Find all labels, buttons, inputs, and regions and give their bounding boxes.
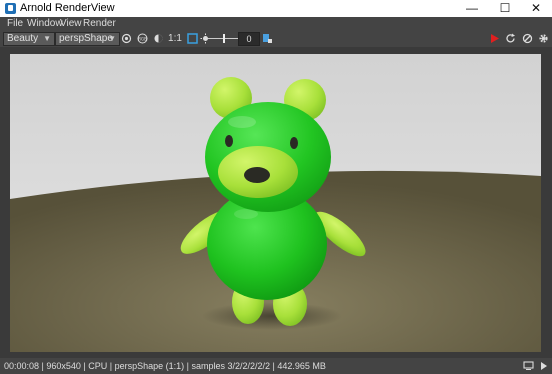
exposure-slider-handle[interactable] bbox=[223, 34, 225, 43]
refresh-region-icon[interactable] bbox=[121, 33, 132, 44]
aov-value: Beauty bbox=[7, 33, 39, 44]
menu-window[interactable]: Window bbox=[27, 18, 63, 29]
color-manage-icon[interactable]: RGB bbox=[137, 33, 148, 44]
settings-gear-icon[interactable] bbox=[538, 33, 549, 44]
status-bar: 00:00:08 | 960x540 | CPU | perspShape (1… bbox=[0, 358, 552, 374]
minimize-button[interactable]: — bbox=[456, 0, 488, 17]
arnold-app-icon bbox=[5, 3, 16, 14]
channel-toggle-icon[interactable] bbox=[153, 33, 164, 44]
exposure-value-field[interactable]: 0 bbox=[238, 32, 260, 46]
title-bar: Arnold RenderView — ☐ ✕ bbox=[0, 0, 552, 18]
toolbar: Beauty ▼ perspShape ▼ RGB 1:1 0 bbox=[0, 32, 552, 47]
refresh-render-icon[interactable] bbox=[505, 33, 516, 44]
snapshot-icon[interactable] bbox=[262, 33, 273, 44]
chevron-down-icon: ▼ bbox=[43, 34, 51, 43]
stop-icon[interactable] bbox=[522, 33, 533, 44]
chevron-down-icon: ▼ bbox=[108, 34, 116, 43]
screen-icon[interactable] bbox=[523, 361, 534, 372]
window-title: Arnold RenderView bbox=[20, 2, 115, 14]
rendered-image bbox=[10, 54, 541, 352]
one-to-one-button[interactable]: 1:1 bbox=[168, 33, 182, 44]
render-viewport[interactable] bbox=[0, 47, 552, 358]
menu-file[interactable]: File bbox=[7, 18, 23, 29]
close-button[interactable]: ✕ bbox=[520, 0, 552, 17]
render-status-text: 00:00:08 | 960x540 | CPU | perspShape (1… bbox=[4, 361, 326, 371]
camera-dropdown[interactable]: perspShape ▼ bbox=[55, 32, 120, 46]
camera-value: perspShape bbox=[59, 33, 113, 44]
menu-bar: File Window View Render bbox=[0, 17, 552, 32]
crop-region-icon[interactable] bbox=[187, 33, 198, 44]
menu-render[interactable]: Render bbox=[83, 18, 116, 29]
svg-text:RGB: RGB bbox=[138, 36, 147, 41]
expand-icon[interactable] bbox=[538, 361, 549, 372]
aov-dropdown[interactable]: Beauty ▼ bbox=[3, 32, 55, 46]
menu-view[interactable]: View bbox=[60, 18, 82, 29]
maximize-button[interactable]: ☐ bbox=[489, 0, 521, 17]
play-icon[interactable] bbox=[489, 33, 500, 44]
